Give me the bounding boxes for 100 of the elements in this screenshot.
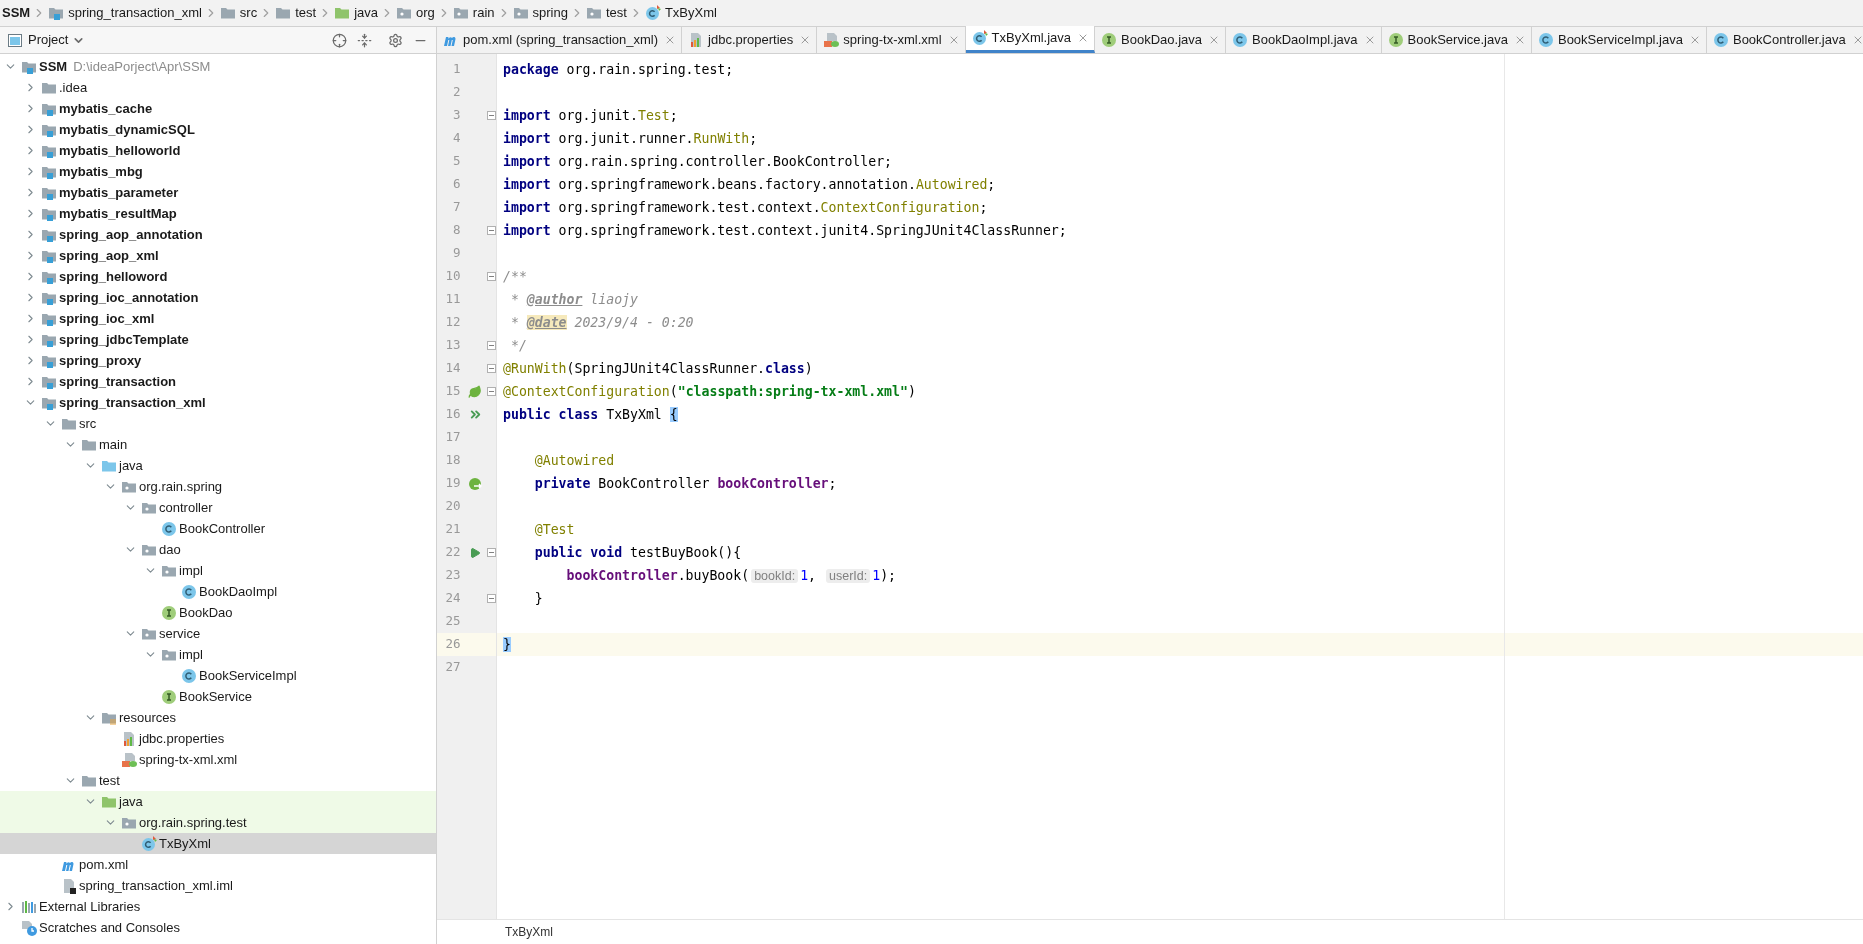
fold-marker-icon[interactable] (487, 272, 496, 281)
line-number: 8 (452, 221, 461, 240)
module-file-icon (61, 877, 77, 894)
tree-item[interactable]: BookServiceImpl (0, 665, 436, 686)
tree-item[interactable]: spring_ioc_xml (0, 308, 436, 329)
tree-item[interactable]: mybatis_cache (0, 98, 436, 119)
tree-item-label: org.rain.spring.test (139, 813, 247, 832)
fold-marker-icon[interactable] (487, 226, 496, 235)
project-view-dropdown[interactable]: Project (28, 30, 86, 50)
tree-item-label: jdbc.properties (139, 729, 225, 748)
fold-marker-icon[interactable] (487, 111, 496, 120)
fold-marker-icon[interactable] (487, 594, 496, 603)
tree-item-label: BookService (179, 687, 252, 706)
tree-item[interactable]: main (0, 434, 436, 455)
editor-tab[interactable]: TxByXml.java (965, 26, 1096, 53)
test-class-icon (141, 835, 157, 852)
breadcrumb-item[interactable]: java (354, 3, 379, 23)
tree-item[interactable]: BookController (0, 518, 436, 539)
fold-marker-icon[interactable] (487, 364, 496, 373)
tree-item[interactable]: .idea (0, 77, 436, 98)
breadcrumb-item[interactable]: spring (532, 3, 568, 23)
editor-tab[interactable]: BookService.java (1381, 26, 1532, 53)
tree-item[interactable]: BookDaoImpl (0, 581, 436, 602)
tree-item-label: mybatis_dynamicSQL (59, 120, 195, 139)
collapse-all-icon[interactable] (357, 32, 372, 48)
class-icon (1712, 31, 1729, 48)
editor-tab[interactable]: BookDaoImpl.java (1226, 26, 1382, 53)
tree-item-label: mybatis_resultMap (59, 204, 177, 223)
editor-tab[interactable]: pom.xml (spring_transaction_xml) (437, 26, 683, 53)
tree-item[interactable]: spring_transaction (0, 371, 436, 392)
tab-label: BookDaoImpl.java (1252, 30, 1358, 49)
editor-tab[interactable]: BookController.java (1706, 26, 1863, 53)
tree-item[interactable]: spring_ioc_annotation (0, 287, 436, 308)
settings-icon[interactable] (388, 32, 403, 48)
tree-item[interactable]: External Libraries (0, 896, 436, 917)
tree-item[interactable]: TxByXml (0, 833, 436, 854)
tree-item[interactable]: impl (0, 644, 436, 665)
tree-item-label: pom.xml (79, 855, 129, 874)
tree-item[interactable]: java (0, 791, 436, 812)
line-number: 12 (444, 313, 461, 332)
tree-item[interactable]: spring_aop_xml (0, 245, 436, 266)
line-number: 27 (444, 658, 461, 677)
code-line: * @author liaojy (509, 290, 638, 309)
tree-item[interactable]: mybatis_dynamicSQL (0, 119, 436, 140)
breadcrumb-item[interactable]: org (416, 3, 435, 23)
tree-item[interactable]: jdbc.properties (0, 728, 436, 749)
locate-icon[interactable] (332, 32, 347, 48)
code-line: @ContextConfiguration("classpath:spring-tx-xml.xml") (503, 382, 916, 401)
tree-item[interactable]: spring_proxy (0, 350, 436, 371)
tree-item[interactable]: spring-tx-xml.xml (0, 749, 436, 770)
tree-item[interactable]: mybatis_resultMap (0, 203, 436, 224)
tree-item-label: mybatis_cache (59, 99, 153, 118)
breadcrumb-item[interactable]: spring_transaction_xml (68, 3, 202, 23)
tree-item[interactable]: BookDao (0, 602, 436, 623)
tree-item[interactable]: controller (0, 497, 436, 518)
tab-label: BookServiceImpl.java (1557, 30, 1683, 49)
tree-item[interactable]: service (0, 623, 436, 644)
editor-tab[interactable]: jdbc.properties (682, 26, 818, 53)
tree-item[interactable]: SSM D:\ideaPorject\Apr\SSM (0, 56, 436, 77)
breadcrumb-item[interactable]: test (295, 3, 317, 23)
tree-item-label: java (119, 792, 143, 811)
tree-item[interactable]: mybatis_parameter (0, 182, 436, 203)
tree-item[interactable]: impl (0, 560, 436, 581)
editor-tab[interactable]: BookServiceImpl.java (1531, 26, 1707, 53)
fold-marker-icon[interactable] (487, 387, 496, 396)
breadcrumb-item[interactable]: src (239, 3, 258, 23)
tree-item[interactable]: mybatis_mbg (0, 161, 436, 182)
tree-item[interactable]: src (0, 413, 436, 434)
line-number: 22 (444, 543, 461, 562)
tree-item[interactable]: org.rain.spring (0, 476, 436, 497)
tree-item[interactable]: spring_transaction_xml (0, 392, 436, 413)
tree-item[interactable]: pom.xml (0, 854, 436, 875)
tree-item[interactable]: spring_transaction_xml.iml (0, 875, 436, 896)
run-icon[interactable] (469, 546, 482, 559)
editor-tab[interactable]: BookDao.java (1095, 26, 1226, 53)
tree-item-label: spring_transaction (59, 372, 177, 391)
tree-item[interactable]: BookService (0, 686, 436, 707)
tree-item[interactable]: test (0, 770, 436, 791)
tree-item[interactable]: spring_jdbcTemplate (0, 329, 436, 350)
leaf-icon[interactable] (468, 384, 483, 399)
tree-item[interactable]: mybatis_helloworld (0, 140, 436, 161)
fold-marker-icon[interactable] (487, 548, 496, 557)
tree-item[interactable]: dao (0, 539, 436, 560)
editor-tab[interactable]: spring-tx-xml.xml (817, 26, 966, 53)
fold-marker-icon[interactable] (487, 341, 496, 350)
breadcrumb-item[interactable]: rain (472, 3, 495, 23)
scratches-icon (21, 919, 37, 936)
tree-item[interactable]: java (0, 455, 436, 476)
breadcrumb-item[interactable]: TxByXml (505, 923, 553, 941)
tree-item[interactable]: resources (0, 707, 436, 728)
class-icon (1232, 31, 1248, 48)
tree-item[interactable]: Scratches and Consoles (0, 917, 436, 938)
line-number: 4 (452, 129, 461, 148)
tree-item[interactable]: spring_aop_annotation (0, 224, 436, 245)
tree-item[interactable]: org.rain.spring.test (0, 812, 436, 833)
breadcrumb-item[interactable]: SSM (2, 3, 31, 23)
tree-item-label: service (159, 624, 201, 643)
breadcrumb-item[interactable]: test (605, 3, 627, 23)
breadcrumb-item[interactable]: TxByXml (664, 3, 717, 23)
tree-item[interactable]: spring_helloword (0, 266, 436, 287)
